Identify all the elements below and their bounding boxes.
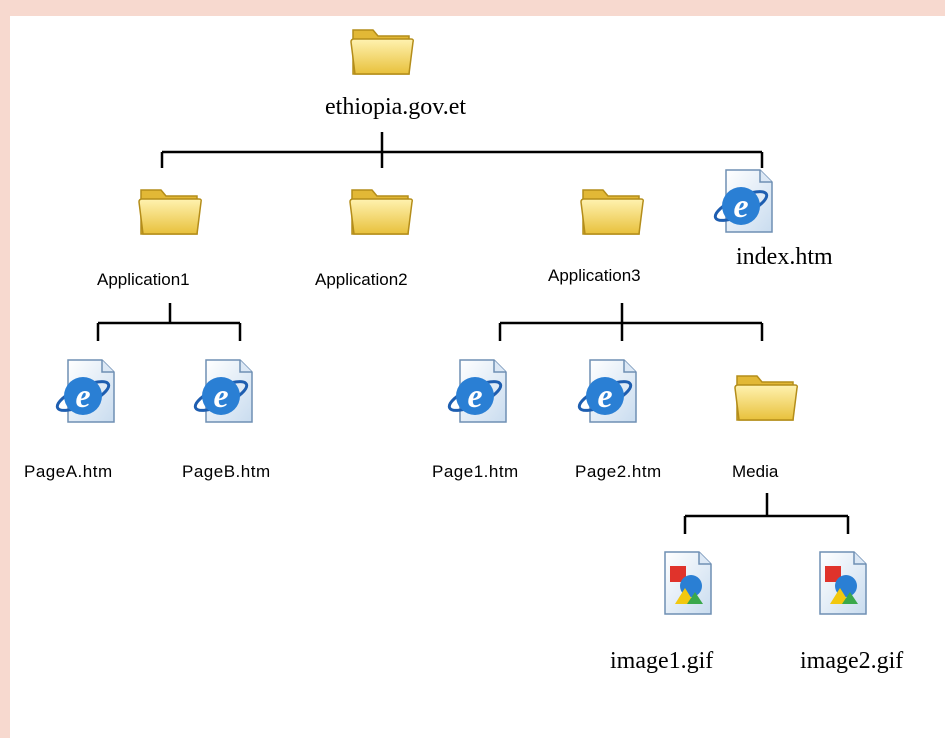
ie-page-icon xyxy=(708,166,778,236)
application2-label: Application2 xyxy=(315,270,408,289)
folder-icon xyxy=(577,174,647,244)
image2-gif-label: image2.gif xyxy=(800,648,904,674)
gif-image-icon xyxy=(806,548,876,618)
tree-diagram: ethiopia.gov.et Application1 Application… xyxy=(10,16,945,738)
image1-gif-label: image1.gif xyxy=(610,648,714,674)
application3-label: Application3 xyxy=(548,266,641,285)
index-htm-label: index.htm xyxy=(736,244,833,270)
ie-page-icon xyxy=(442,356,512,426)
application1-connector xyxy=(96,303,242,341)
folder-icon xyxy=(346,174,416,244)
folder-icon xyxy=(347,14,417,84)
application3-connector xyxy=(498,303,764,341)
folder-icon xyxy=(731,360,801,430)
root-connector xyxy=(160,132,764,168)
gif-image-icon xyxy=(651,548,721,618)
application1-label: Application1 xyxy=(97,270,190,289)
ie-page-icon xyxy=(50,356,120,426)
ie-page-icon xyxy=(188,356,258,426)
pageb-htm-label: PageB.htm xyxy=(182,462,271,481)
media-connector xyxy=(683,493,850,534)
folder-icon xyxy=(135,174,205,244)
root-label: ethiopia.gov.et xyxy=(325,94,467,120)
media-label: Media xyxy=(732,462,779,481)
ie-page-icon xyxy=(572,356,642,426)
pagea-htm-label: PageA.htm xyxy=(24,462,113,481)
page2-htm-label: Page2.htm xyxy=(575,462,662,481)
page1-htm-label: Page1.htm xyxy=(432,462,519,481)
